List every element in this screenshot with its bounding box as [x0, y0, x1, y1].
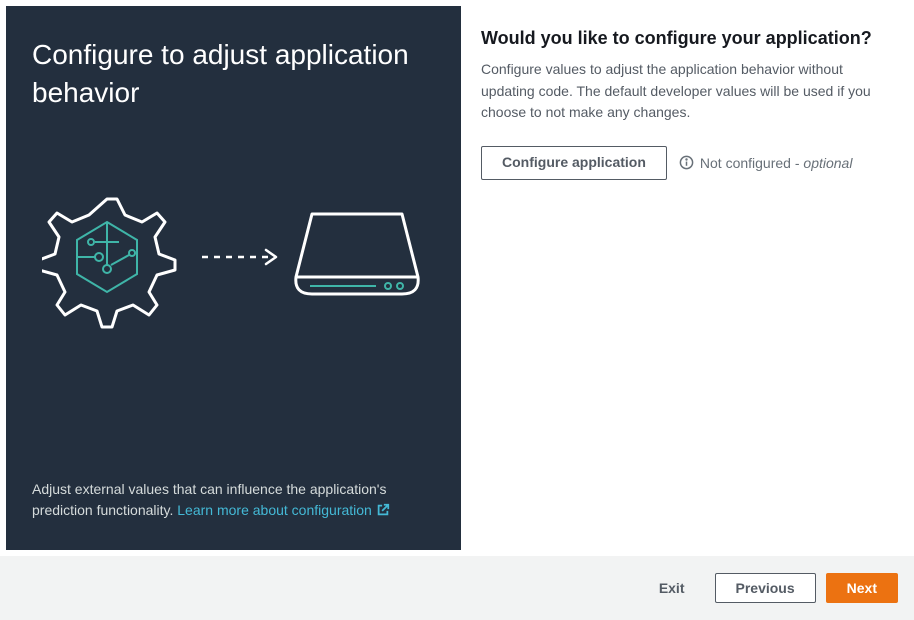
left-info-panel: Configure to adjust application behavior: [6, 6, 461, 550]
gear-to-server-illustration: [42, 182, 422, 332]
exit-button[interactable]: Exit: [639, 574, 705, 602]
next-button[interactable]: Next: [826, 573, 898, 603]
main-content: Configure to adjust application behavior: [0, 0, 914, 556]
learn-more-link-text: Learn more about configuration: [177, 502, 372, 518]
right-panel-title: Would you like to configure your applica…: [481, 28, 894, 49]
configure-status: Not configured - optional: [679, 155, 853, 171]
status-not-configured: Not configured - optional: [700, 155, 853, 171]
left-panel-title: Configure to adjust application behavior: [32, 36, 435, 112]
learn-more-link[interactable]: Learn more about configuration: [177, 502, 390, 518]
right-panel-description: Configure values to adjust the applicati…: [481, 59, 894, 124]
configure-row: Configure application Not configured - o…: [481, 146, 894, 180]
previous-button[interactable]: Previous: [715, 573, 816, 603]
config-illustration: [42, 182, 435, 337]
info-icon: [679, 155, 694, 170]
wizard-footer: Exit Previous Next: [0, 556, 914, 620]
left-panel-description: Adjust external values that can influenc…: [32, 479, 435, 524]
right-config-panel: Would you like to configure your applica…: [461, 0, 914, 556]
external-link-icon: [376, 502, 390, 524]
configure-application-button[interactable]: Configure application: [481, 146, 667, 180]
